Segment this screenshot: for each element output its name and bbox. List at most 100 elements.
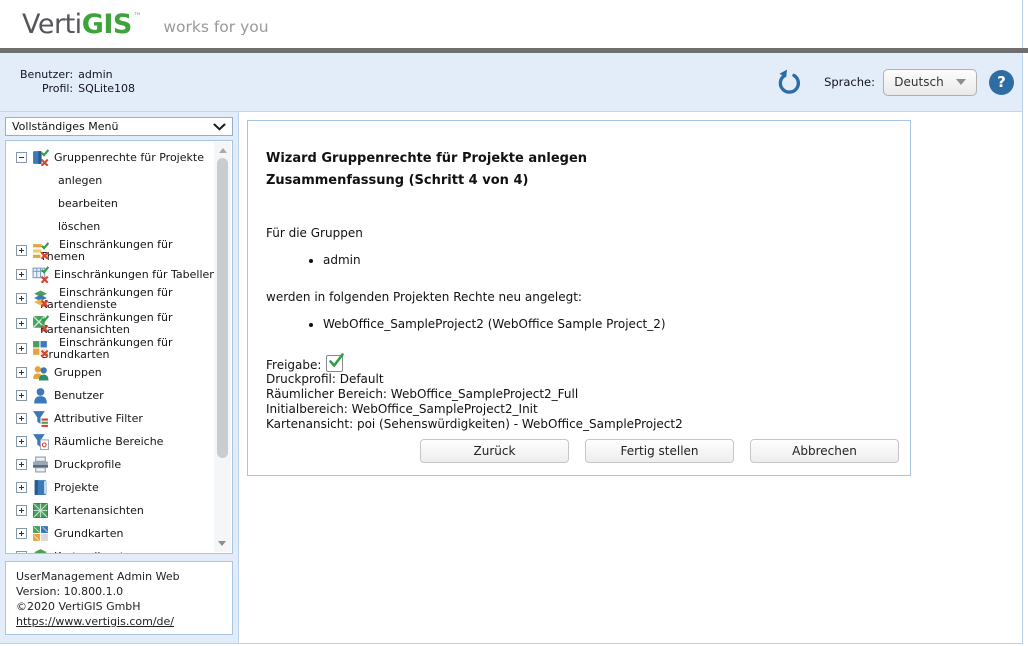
project-item: WebOffice_SampleProject2 (WebOffice Samp… (323, 317, 892, 331)
summary-line: Druckprofil: Default (266, 372, 384, 386)
user-value: admin (78, 68, 113, 81)
app-window: VertiGIS™ works for you Benutzer: admin … (0, 0, 1028, 644)
scrollbar-down-icon[interactable] (218, 541, 226, 546)
group-item: admin (323, 253, 892, 267)
projects-intro-text: werden in folgenden Projekten Rechte neu… (266, 290, 582, 304)
tree-item-label: Attributive Filter (54, 412, 143, 425)
projects-list: WebOffice_SampleProject2 (WebOffice Samp… (323, 317, 892, 331)
menu-tree: Gruppenrechte für Projekte anlegen bearbei… (6, 141, 214, 553)
expand-icon[interactable] (16, 390, 27, 401)
map-green-icon (32, 502, 49, 519)
tree-item-label: Kartenansichten (54, 504, 144, 517)
expand-icon[interactable] (16, 245, 27, 256)
content: Vollständiges Menü Gruppenrechte für Pro… (0, 112, 1022, 643)
wizard-title-line2: Zusammenfassung (Schritt 4 von 4) (266, 173, 529, 188)
tree-item-label: Kartendienste (54, 550, 131, 553)
tree-item-label: Gruppenrechte für Projekte (54, 151, 204, 164)
logo-text-verti: Verti (22, 8, 82, 40)
table-x-icon (32, 266, 50, 284)
about-app-name: UserManagement Admin Web (16, 570, 180, 583)
language-dropdown[interactable]: Deutsch (883, 68, 977, 96)
cancel-button[interactable]: Abbrechen (750, 439, 899, 463)
sidebar: Vollständiges Menü Gruppenrechte für Pro… (0, 112, 239, 643)
tree-item[interactable]: Kartendienste (6, 545, 214, 553)
about-panel: UserManagement Admin Web Version: 10.800… (5, 561, 233, 635)
chevron-down-icon (213, 123, 226, 131)
tree-item[interactable]: Einschränkungen für Tabellen (6, 263, 214, 286)
book-icon (32, 479, 49, 496)
tree-item-label: Projekte (54, 481, 99, 494)
release-row: Freigabe: (266, 353, 892, 372)
profile-label: Profil: (42, 82, 74, 95)
tree-item[interactable]: Einschränkungen für Kartendienste (6, 286, 214, 311)
tree-item[interactable]: Einschränkungen für Grundkarten (6, 336, 214, 361)
collapse-icon[interactable] (16, 152, 27, 163)
menu-mode-select[interactable]: Vollständiges Menü (5, 117, 233, 136)
tree-item[interactable]: Grundkarten (6, 522, 214, 545)
expand-icon[interactable] (16, 293, 27, 304)
expand-icon[interactable] (16, 436, 27, 447)
tree-item[interactable]: Benutzer (6, 384, 214, 407)
expand-icon[interactable] (16, 367, 27, 378)
summary-line: Räumlicher Bereich: WebOffice_SampleProj… (266, 387, 579, 401)
help-icon[interactable]: ? (989, 69, 1014, 95)
language-value: Deutsch (894, 75, 944, 89)
user-info: Benutzer: admin Profil: SQLite108 (20, 68, 135, 96)
user-bar: Benutzer: admin Profil: SQLite108 Sprach… (0, 53, 1022, 112)
map-x-icon (32, 315, 50, 333)
tree-item[interactable]: Druckprofile (6, 453, 214, 476)
tree-item-label-line2: Themen (40, 250, 85, 263)
expand-icon[interactable] (16, 269, 27, 280)
refresh-icon[interactable] (776, 69, 802, 95)
project-check-x-icon (32, 149, 50, 167)
tree-item[interactable]: Kartenansichten (6, 499, 214, 522)
vertigis-link[interactable]: https://www.vertigis.com/de/ (16, 615, 174, 628)
funnel-poly-icon (32, 433, 49, 450)
tree-item[interactable]: Gruppenrechte für Projekte (6, 146, 214, 169)
back-button[interactable]: Zurück (420, 439, 569, 463)
wizard-panel: Wizard Gruppenrechte für Projekte anlege… (247, 120, 911, 476)
tree-item[interactable]: Einschränkungen für Themen (6, 238, 214, 263)
tree-item-label: Räumliche Bereiche (54, 435, 164, 448)
wizard-summary: Druckprofil: Default Räumlicher Bereich: … (266, 372, 892, 432)
about-version: Version: 10.800.1.0 (16, 585, 124, 598)
expand-icon[interactable] (16, 343, 27, 354)
tree-scrollbar[interactable] (214, 142, 231, 552)
tree-item[interactable]: Einschränkungen für Kartenansichten (6, 311, 214, 336)
scrollbar-up-icon[interactable] (218, 148, 227, 153)
tree-item-label: Benutzer (54, 389, 104, 402)
expand-icon[interactable] (16, 505, 27, 516)
groups-list: admin (323, 253, 892, 267)
tree-item-label: bearbeiten (58, 197, 118, 210)
release-checkbox[interactable] (326, 353, 345, 372)
release-label: Freigabe: (266, 358, 322, 372)
tree-item[interactable]: anlegen (6, 169, 214, 192)
finish-button[interactable]: Fertig stellen (585, 439, 734, 463)
tree-item-label: Druckprofile (54, 458, 122, 471)
expand-icon[interactable] (16, 551, 27, 553)
tree-item[interactable]: Projekte (6, 476, 214, 499)
tree-item[interactable]: Attributive Filter (6, 407, 214, 430)
funnel-list-icon (32, 410, 49, 427)
tree-item[interactable]: bearbeiten (6, 192, 214, 215)
tree-item[interactable]: löschen (6, 215, 214, 238)
tree-item[interactable]: Gruppen (6, 361, 214, 384)
groups-intro-text: Für die Gruppen (266, 226, 363, 240)
brand-tagline: works for you (163, 18, 269, 36)
tree-item-label-line2: Kartendienste (40, 298, 117, 311)
person-icon (32, 387, 49, 404)
scrollbar-thumb[interactable] (217, 158, 228, 458)
tree-item-label: Gruppen (54, 366, 102, 379)
header: VertiGIS™ works for you (0, 0, 1022, 48)
expand-icon[interactable] (16, 459, 27, 470)
layers-x-icon (32, 290, 49, 308)
tree-item[interactable]: Räumliche Bereiche (6, 430, 214, 453)
vertigis-logo: VertiGIS™ (22, 8, 142, 40)
expand-icon[interactable] (16, 482, 27, 493)
expand-icon[interactable] (16, 318, 27, 329)
expand-icon[interactable] (16, 413, 27, 424)
expand-icon[interactable] (16, 528, 27, 539)
tree-item-label-line2: Grundkarten (40, 348, 110, 361)
dropdown-arrow-icon (955, 79, 966, 85)
tree-item-label-line2: Kartenansichten (40, 323, 130, 336)
